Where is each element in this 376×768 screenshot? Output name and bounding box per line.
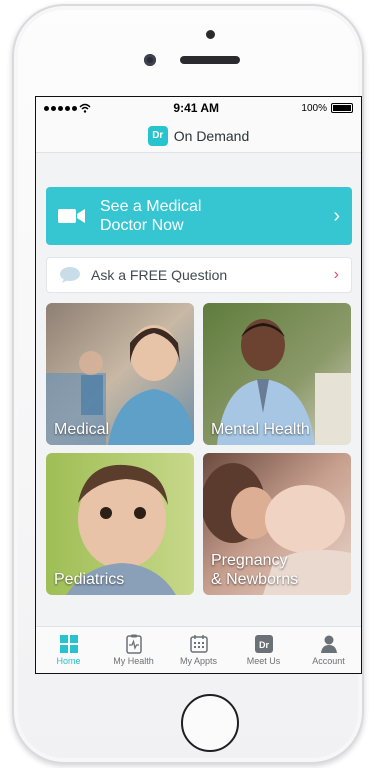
nav-bar: Dr On Demand — [36, 119, 361, 153]
tab-my-appts[interactable]: My Appts — [166, 627, 231, 673]
ask-question-button[interactable]: Ask a FREE Question › — [46, 257, 352, 293]
see-doctor-label: See a Medical Doctor Now — [100, 198, 202, 234]
home-button[interactable] — [181, 694, 239, 752]
tab-home-label: Home — [56, 656, 81, 666]
dr-badge-icon: Dr — [254, 635, 273, 653]
earpiece-speaker — [180, 56, 240, 64]
signal-icon — [44, 103, 91, 113]
video-camera-icon — [58, 209, 85, 223]
person-icon — [320, 635, 337, 653]
tab-account[interactable]: Account — [296, 627, 361, 673]
chevron-right-icon: › — [333, 204, 340, 227]
battery-percent: 100% — [301, 102, 327, 114]
page-title: On Demand — [173, 127, 250, 144]
proximity-sensor — [206, 30, 215, 39]
chat-bubble-icon — [60, 267, 80, 283]
status-time: 9:41 AM — [173, 101, 219, 115]
meet-us-badge-text: Dr — [258, 640, 268, 650]
tab-home[interactable]: Home — [36, 627, 101, 673]
tile-pediatrics-label: Pediatrics — [54, 571, 125, 588]
status-bar: 9:41 AM 100% — [36, 97, 361, 119]
grid-icon — [59, 635, 78, 653]
front-camera — [144, 54, 156, 66]
tab-meet-us[interactable]: Dr Meet Us — [231, 627, 296, 673]
ask-question-label: Ask a FREE Question — [91, 267, 228, 283]
tab-my-appts-label: My Appts — [179, 656, 217, 666]
tab-meet-us-label: Meet Us — [246, 656, 281, 666]
wifi-icon — [79, 103, 91, 113]
calendar-icon — [189, 635, 208, 653]
tile-medical[interactable]: Medical — [46, 303, 194, 445]
tab-my-health-label: My Health — [113, 656, 154, 666]
tab-my-health[interactable]: My Health — [101, 627, 166, 673]
tile-pediatrics[interactable]: Pediatrics — [46, 453, 194, 595]
dr-logo: Dr — [147, 125, 168, 146]
tile-medical-label: Medical — [54, 421, 110, 438]
see-doctor-button[interactable]: See a Medical Doctor Now › — [46, 187, 352, 245]
health-clipboard-icon — [125, 634, 142, 654]
battery-icon — [331, 103, 353, 113]
app-screen: 9:41 AM 100% Dr On Demand See a Medical … — [35, 96, 362, 674]
tile-pregnancy-label: Pregnancy & Newborns — [211, 552, 299, 588]
chevron-right-icon: › — [333, 266, 339, 283]
battery-indicator: 100% — [301, 103, 353, 114]
tile-mental-health[interactable]: Mental Health — [203, 303, 351, 445]
tab-bar: Home My Health My Appts Dr Meet Us Accou… — [36, 626, 361, 673]
tile-pregnancy-newborns[interactable]: Pregnancy & Newborns — [203, 453, 351, 595]
tile-mental-health-label: Mental Health — [211, 421, 310, 438]
tab-account-label: Account — [312, 656, 345, 666]
